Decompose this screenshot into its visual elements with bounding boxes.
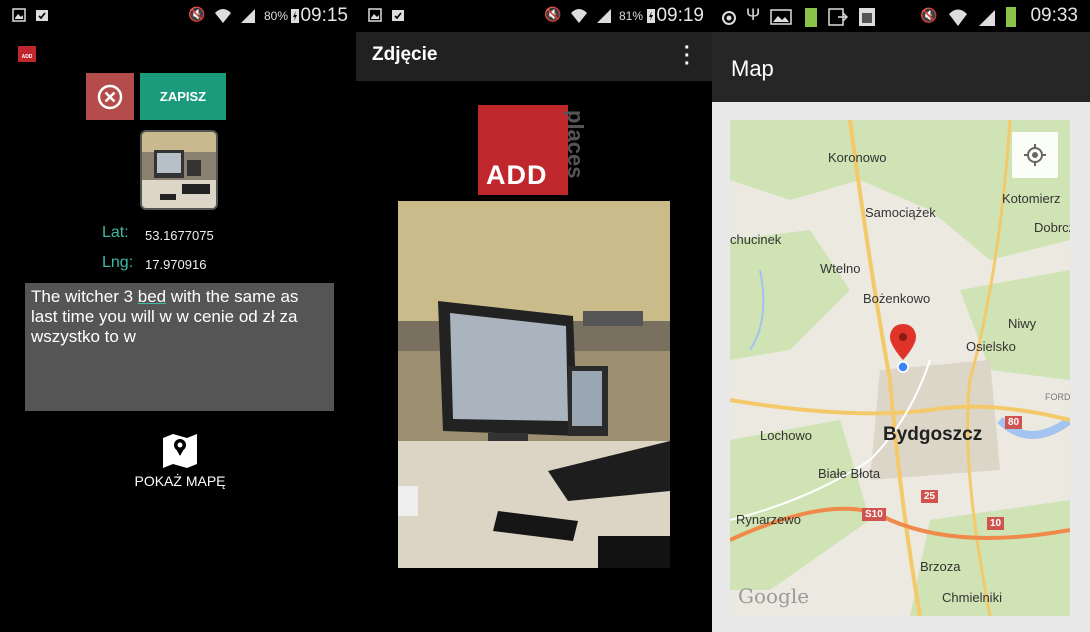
map-label: Brzoza <box>920 559 961 574</box>
lat-label: Lat: <box>102 224 129 241</box>
road-shield: S10 <box>862 508 886 521</box>
map-label: Wtelno <box>820 261 861 276</box>
map-label: Białe Błota <box>818 466 881 481</box>
usb-icon: Ψ <box>746 5 761 24</box>
mute-icon: 🔇 <box>188 6 206 22</box>
road-shield: 25 <box>921 490 939 503</box>
cancel-button[interactable] <box>86 73 134 120</box>
show-map-label: POKAŻ MAPĘ <box>134 473 226 489</box>
note-text-part1: The witcher 3 <box>31 287 138 306</box>
battery-charging-icon <box>647 9 655 23</box>
my-location-button[interactable] <box>1012 132 1058 178</box>
page-title: Map <box>731 56 774 81</box>
photo-image <box>398 201 670 568</box>
battery-percent: 80% <box>264 9 289 23</box>
save-button[interactable]: ZAPISZ <box>140 73 226 120</box>
signal-icon <box>241 9 255 23</box>
logo-side-text: places <box>563 110 588 179</box>
note-text-underlined: bed <box>137 287 167 306</box>
signal-icon <box>979 10 995 26</box>
battery-charging-icon <box>291 9 299 23</box>
map-label: Chmielniki <box>942 590 1002 605</box>
map-label: Osielsko <box>966 339 1016 354</box>
mute-icon: 🔇 <box>920 7 938 23</box>
lng-label: Lng: <box>102 254 134 271</box>
screen-map: Ψ 🔇 09:33 Map Koronowo Samociążek Kotomi… <box>712 0 1090 632</box>
toolbar: Map <box>712 32 1090 102</box>
thumbnail-image <box>142 132 216 208</box>
status-bar: 🔇 80% 09:15 <box>0 0 356 32</box>
lat-value: 53.1677075 <box>145 228 214 243</box>
map-label: Lochowo <box>760 428 813 443</box>
description-textarea[interactable]: The witcher 3 bed with the same as last … <box>25 283 334 411</box>
clipboard-check-icon <box>36 10 48 21</box>
add-places-logo: ADD <box>478 105 568 195</box>
city-label: Bydgoszcz <box>883 424 983 445</box>
screen-photo: 🔇 81% 09:19 Zdjęcie · · · ADD places <box>356 0 712 632</box>
show-map-button[interactable]: POKAŻ MAPĘ <box>130 430 230 489</box>
clock: 09:15 <box>300 5 348 26</box>
wifi-icon <box>949 9 967 26</box>
map-label: Samociążek <box>865 205 936 220</box>
map-label: Koronowo <box>828 150 887 165</box>
map-pin-icon <box>163 434 197 468</box>
photo-thumbnail[interactable] <box>140 130 218 210</box>
screen-edit-place: 🔇 80% 09:15 ADD ZAPISZ Lat: 53.1677075 L… <box>0 0 356 632</box>
clock: 09:19 <box>656 5 704 26</box>
gallery-icon <box>12 8 26 22</box>
close-circle-icon <box>97 84 123 109</box>
map-label: FORD <box>1045 392 1070 402</box>
status-bar: Ψ 🔇 09:33 <box>712 0 1090 32</box>
map-view[interactable]: Koronowo Samociążek Kotomierz Dobrcz chu… <box>730 120 1070 616</box>
road-shield: 80 <box>1005 416 1023 429</box>
map-label: Rynarzewo <box>736 512 802 527</box>
clipboard-check-icon <box>392 10 404 21</box>
photo-preview <box>398 201 670 568</box>
battery-icon <box>1006 7 1016 27</box>
logo-main-text: ADD <box>486 160 548 190</box>
location-marker-icon[interactable] <box>888 322 918 374</box>
toolbar: Zdjęcie · · · <box>356 32 712 81</box>
app-logo-icon[interactable]: ADD <box>18 46 36 62</box>
google-attribution: Google <box>738 584 810 608</box>
crosshair-icon <box>1024 144 1046 166</box>
page-title: Zdjęcie <box>372 44 438 65</box>
map-label: Niwy <box>1008 316 1037 331</box>
app-logo-text: ADD <box>21 54 33 60</box>
wifi-icon <box>215 9 231 23</box>
gps-icon <box>722 11 736 25</box>
sim-card-icon <box>859 8 875 26</box>
wifi-icon <box>571 9 587 23</box>
overflow-menu-icon[interactable]: · · · <box>684 38 691 74</box>
map-label: Dobrcz <box>1034 220 1070 235</box>
gallery-icon <box>368 8 382 22</box>
map-label: Bożenkowo <box>863 291 931 306</box>
signal-icon <box>597 9 611 23</box>
map-label: chucinek <box>730 232 782 247</box>
clock: 09:33 <box>1030 5 1078 26</box>
battery-percent: 81% <box>619 9 644 23</box>
gallery-icon <box>770 9 792 25</box>
battery-full-icon <box>805 8 817 27</box>
map-label: Kotomierz <box>1002 191 1061 206</box>
download-icon <box>828 8 848 26</box>
lng-value: 17.970916 <box>145 257 207 272</box>
road-shield: 10 <box>987 517 1005 530</box>
status-bar: 🔇 81% 09:19 <box>356 0 712 32</box>
mute-icon: 🔇 <box>544 6 562 22</box>
